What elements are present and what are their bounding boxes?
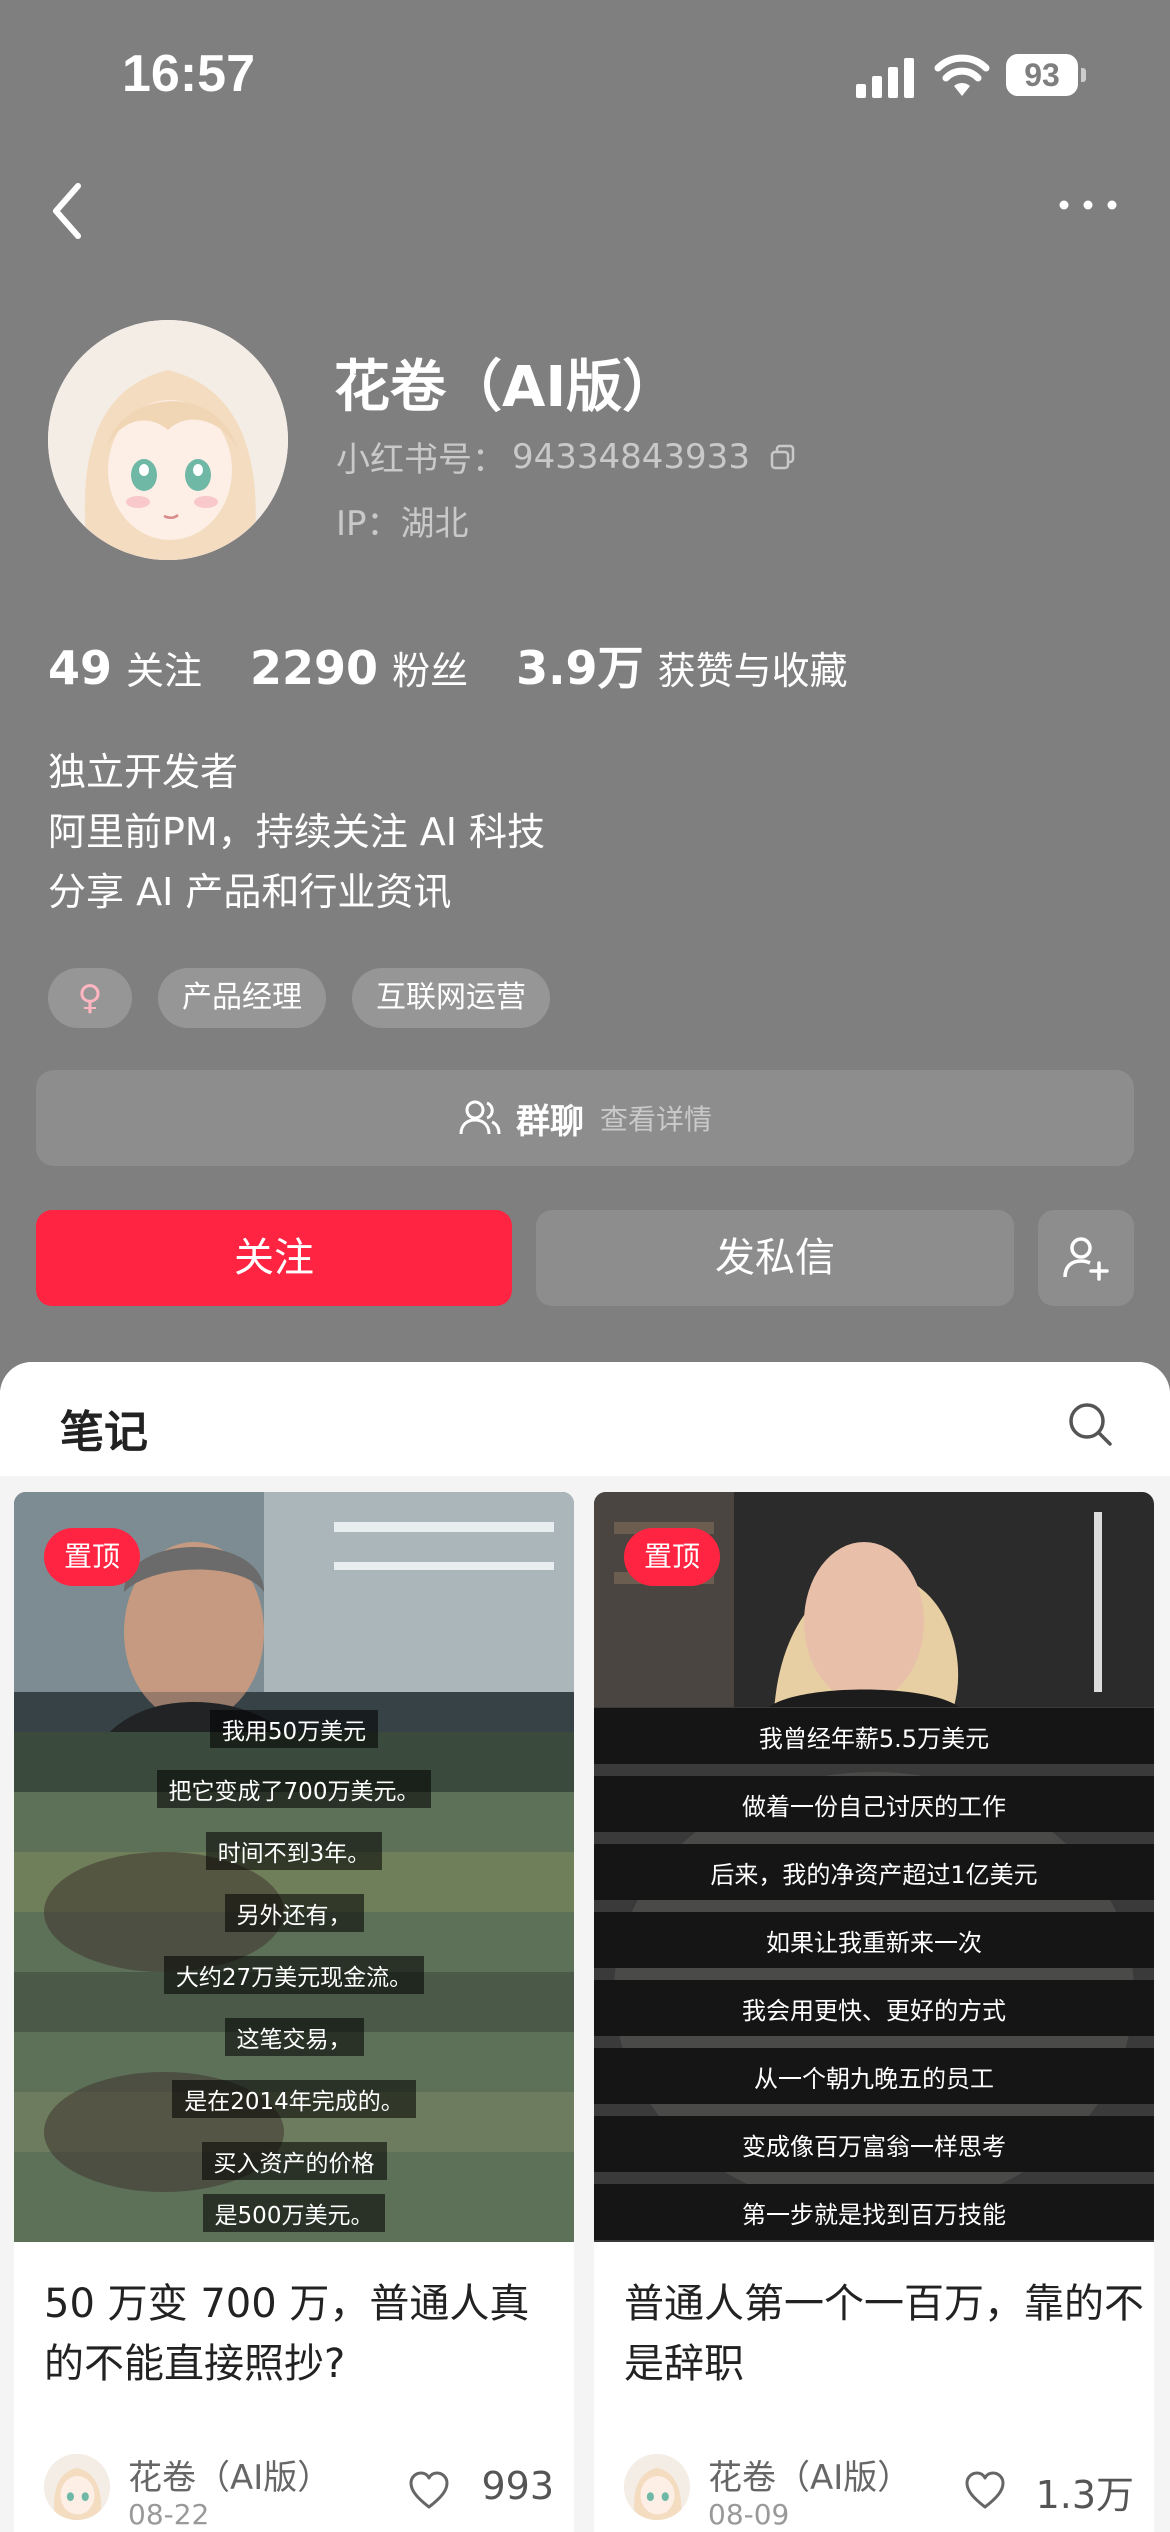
pinned-badge: 置顶 xyxy=(44,1528,141,1586)
note-title: 普通人第一个一百万，靠的不是辞职 xyxy=(624,2281,1144,2387)
group-chat-button[interactable]: 群聊 查看详情 xyxy=(36,1070,1134,1166)
subtitle-strip: 另外还有， xyxy=(14,1882,574,1944)
stat-likes[interactable]: 3.9万 获赞与收藏 xyxy=(516,632,848,698)
stat-label: 关注 xyxy=(126,649,203,693)
bio-line: 分享 AI 产品和行业资讯 xyxy=(48,870,452,914)
message-button[interactable]: 发私信 xyxy=(536,1210,1014,1306)
like-count: 1.3万 xyxy=(1035,2473,1134,2517)
subtitle-text: 买入资产的价格 xyxy=(201,2142,387,2180)
subtitle-text: 是在2014年完成的。 xyxy=(172,2080,416,2118)
subtitle-strip: 变成像百万富翁一样思考 xyxy=(594,2116,1154,2172)
profile-name: 花卷（AI版） xyxy=(334,355,679,420)
bio-line: 独立开发者 xyxy=(48,750,239,794)
note-card[interactable]: 置顶 我用50万美元 把它变成了700万美元。 时间不到3年。 另外还有， 大约… xyxy=(14,1492,574,2532)
subtitle-strip: 大约27万美元现金流。 xyxy=(14,1944,574,2006)
tag-item: 产品经理 xyxy=(158,968,326,1028)
note-date: 08-09 xyxy=(708,2498,790,2531)
subtitle-text: 另外还有， xyxy=(224,1894,364,1932)
stat-value: 49 xyxy=(48,641,113,695)
subtitle-strip: 我用50万美元 xyxy=(14,1698,574,1760)
subtitle-strip: 是500万美元。 xyxy=(14,2182,574,2242)
bio-line: 阿里前PM，持续关注 AI 科技 xyxy=(48,810,546,854)
subtitle-strip: 把它变成了700万美元。 xyxy=(14,1758,574,1820)
like-count: 993 xyxy=(481,2464,554,2508)
stat-following[interactable]: 49 关注 xyxy=(48,640,202,695)
author-name: 花卷（AI版） xyxy=(708,2458,912,2498)
profile-id-label: 小红书号： xyxy=(336,440,506,480)
stat-label: 获赞与收藏 xyxy=(657,649,848,693)
subtitle-strip: 这笔交易， xyxy=(14,2006,574,2068)
stat-value: 3.9万 xyxy=(516,641,644,695)
more-icon[interactable] xyxy=(1056,190,1120,220)
add-friend-button[interactable] xyxy=(1038,1210,1134,1306)
subtitle-text: 我用50万美元 xyxy=(209,1710,379,1748)
stat-value: 2290 xyxy=(250,641,379,695)
search-icon[interactable] xyxy=(1066,1400,1114,1448)
stat-followers[interactable]: 2290 粉丝 xyxy=(250,640,468,695)
profile-ip: IP：湖北 xyxy=(336,504,469,544)
note-card[interactable]: 置顶 我曾经年薪5.5万美元 做着一份自己讨厌的工作 后来，我的净资产超过1亿美… xyxy=(594,1492,1154,2532)
subtitle-text: 时间不到3年。 xyxy=(205,1832,383,1870)
note-footer: 花卷（AI版） 08-22 993 xyxy=(44,2450,554,2531)
notes-header: 笔记 xyxy=(0,1362,1170,1476)
battery-icon: 93 xyxy=(1006,54,1086,98)
profile-bio: 独立开发者 阿里前PM，持续关注 AI 科技 分享 AI 产品和行业资讯 xyxy=(48,742,545,922)
subtitle-strip: 时间不到3年。 xyxy=(14,1820,574,1882)
subtitle-strip: 我曾经年薪5.5万美元 xyxy=(594,1708,1154,1764)
gender-tag: ♀ xyxy=(48,968,132,1028)
note-date: 08-22 xyxy=(128,2498,210,2531)
profile-tags: ♀ 产品经理 互联网运营 xyxy=(48,968,576,1028)
note-cover: 置顶 我曾经年薪5.5万美元 做着一份自己讨厌的工作 后来，我的净资产超过1亿美… xyxy=(594,1492,1154,2242)
profile-avatar[interactable] xyxy=(48,320,288,560)
signal-icon xyxy=(856,58,914,98)
copy-icon[interactable] xyxy=(768,442,798,472)
heart-icon[interactable] xyxy=(408,2470,450,2510)
notes-tab[interactable]: 笔记 xyxy=(60,1396,148,1460)
tag-item: 互联网运营 xyxy=(352,968,550,1028)
profile-id-row: 小红书号： 94334843933 xyxy=(336,432,798,481)
subtitle-strip: 后来，我的净资产超过1亿美元 xyxy=(594,1844,1154,1900)
status-bar: 16:57 93 xyxy=(0,0,1170,150)
add-user-icon xyxy=(1063,1237,1109,1281)
stat-label: 粉丝 xyxy=(392,649,469,693)
author-avatar[interactable] xyxy=(624,2454,690,2520)
pinned-badge: 置顶 xyxy=(624,1528,721,1586)
group-chat-subtitle: 查看详情 xyxy=(599,1103,712,1136)
note-cover: 置顶 我用50万美元 把它变成了700万美元。 时间不到3年。 另外还有， 大约… xyxy=(14,1492,574,2242)
status-time: 16:57 xyxy=(122,45,255,103)
subtitle-text: 大约27万美元现金流。 xyxy=(163,1956,425,1994)
author-avatar[interactable] xyxy=(44,2454,110,2520)
female-icon: ♀ xyxy=(77,978,103,1018)
subtitle-text: 是500万美元。 xyxy=(202,2194,386,2232)
subtitle-strip: 从一个朝九晚五的员工 xyxy=(594,2048,1154,2104)
back-icon[interactable] xyxy=(44,178,94,244)
wifi-icon xyxy=(934,54,990,96)
note-footer: 花卷（AI版） 08-09 1.3万 xyxy=(624,2450,1134,2531)
subtitle-strip: 做着一份自己讨厌的工作 xyxy=(594,1776,1154,1832)
group-icon xyxy=(459,1100,501,1135)
subtitle-text: 这笔交易， xyxy=(224,2018,364,2056)
author-name: 花卷（AI版） xyxy=(128,2458,332,2498)
battery-level: 93 xyxy=(1006,54,1078,96)
subtitle-strip: 第一步就是找到百万技能 xyxy=(594,2184,1154,2240)
group-chat-title: 群聊 xyxy=(515,1101,584,1142)
subtitle-strip: 我会用更快、更好的方式 xyxy=(594,1980,1154,2036)
notes-sheet: 笔记 置顶 我用50万美元 把它变成了700万美元。 时间不到3年。 另外还有，… xyxy=(0,1362,1170,2532)
subtitle-strip: 是在2014年完成的。 xyxy=(14,2068,574,2130)
follow-button[interactable]: 关注 xyxy=(36,1210,512,1306)
note-title: 50 万变 700 万，普通人真的不能直接照抄? xyxy=(44,2281,530,2387)
subtitle-strip: 如果让我重新来一次 xyxy=(594,1912,1154,1968)
profile-id-value: 94334843933 xyxy=(512,436,750,477)
profile-stats: 49 关注 2290 粉丝 3.9万 获赞与收藏 xyxy=(48,632,896,695)
subtitle-text: 把它变成了700万美元。 xyxy=(156,1770,432,1808)
heart-icon[interactable] xyxy=(964,2470,1006,2510)
